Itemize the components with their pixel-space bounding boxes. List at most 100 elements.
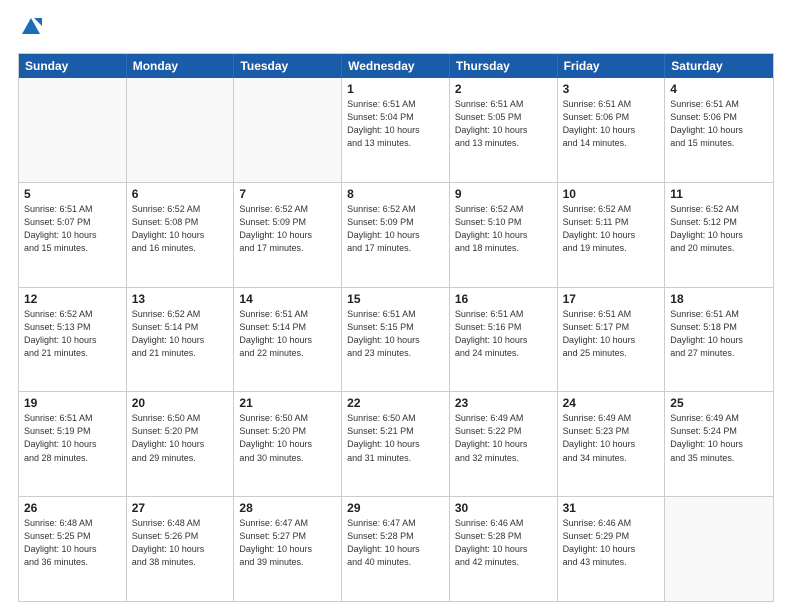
cell-line: and 28 minutes. [24, 452, 121, 465]
cell-line: Sunset: 5:04 PM [347, 111, 444, 124]
cell-line: Sunset: 5:29 PM [563, 530, 660, 543]
day-cell-2: 2Sunrise: 6:51 AMSunset: 5:05 PMDaylight… [450, 78, 558, 182]
day-cell-6: 6Sunrise: 6:52 AMSunset: 5:08 PMDaylight… [127, 183, 235, 287]
day-cell-28: 28Sunrise: 6:47 AMSunset: 5:27 PMDayligh… [234, 497, 342, 601]
day-cell-8: 8Sunrise: 6:52 AMSunset: 5:09 PMDaylight… [342, 183, 450, 287]
cell-line: Sunrise: 6:52 AM [239, 203, 336, 216]
cell-line: Daylight: 10 hours [132, 334, 229, 347]
cell-line: Sunset: 5:28 PM [347, 530, 444, 543]
cell-line: Daylight: 10 hours [347, 334, 444, 347]
header-day-friday: Friday [558, 54, 666, 78]
cell-line: Daylight: 10 hours [132, 229, 229, 242]
day-cell-11: 11Sunrise: 6:52 AMSunset: 5:12 PMDayligh… [665, 183, 773, 287]
day-cell-14: 14Sunrise: 6:51 AMSunset: 5:14 PMDayligh… [234, 288, 342, 392]
day-cell-18: 18Sunrise: 6:51 AMSunset: 5:18 PMDayligh… [665, 288, 773, 392]
day-number: 23 [455, 396, 552, 410]
cell-line: Daylight: 10 hours [239, 229, 336, 242]
day-number: 16 [455, 292, 552, 306]
day-number: 19 [24, 396, 121, 410]
calendar-row-3: 19Sunrise: 6:51 AMSunset: 5:19 PMDayligh… [19, 392, 773, 497]
cell-line: Sunset: 5:14 PM [239, 321, 336, 334]
cell-line: and 17 minutes. [347, 242, 444, 255]
cell-line: Sunset: 5:20 PM [239, 425, 336, 438]
cell-line: Sunset: 5:13 PM [24, 321, 121, 334]
cell-line: Sunset: 5:26 PM [132, 530, 229, 543]
cell-line: Daylight: 10 hours [347, 438, 444, 451]
cell-line: Daylight: 10 hours [24, 438, 121, 451]
header-day-thursday: Thursday [450, 54, 558, 78]
cell-line: Sunrise: 6:51 AM [24, 203, 121, 216]
cell-line: and 21 minutes. [132, 347, 229, 360]
day-cell-10: 10Sunrise: 6:52 AMSunset: 5:11 PMDayligh… [558, 183, 666, 287]
cell-line: and 24 minutes. [455, 347, 552, 360]
day-number: 9 [455, 187, 552, 201]
cell-line: Sunrise: 6:48 AM [24, 517, 121, 530]
day-number: 27 [132, 501, 229, 515]
day-number: 12 [24, 292, 121, 306]
cell-line: Daylight: 10 hours [239, 543, 336, 556]
cell-line: Sunrise: 6:51 AM [455, 98, 552, 111]
cell-line: Daylight: 10 hours [347, 124, 444, 137]
header-day-monday: Monday [127, 54, 235, 78]
day-cell-19: 19Sunrise: 6:51 AMSunset: 5:19 PMDayligh… [19, 392, 127, 496]
cell-line: and 29 minutes. [132, 452, 229, 465]
day-number: 30 [455, 501, 552, 515]
cell-line: and 38 minutes. [132, 556, 229, 569]
cell-line: Daylight: 10 hours [563, 543, 660, 556]
day-number: 10 [563, 187, 660, 201]
header-day-wednesday: Wednesday [342, 54, 450, 78]
day-number: 21 [239, 396, 336, 410]
cell-line: Sunset: 5:20 PM [132, 425, 229, 438]
cell-line: Daylight: 10 hours [563, 124, 660, 137]
cell-line: Sunset: 5:10 PM [455, 216, 552, 229]
cell-line: Sunset: 5:11 PM [563, 216, 660, 229]
day-number: 24 [563, 396, 660, 410]
cell-line: and 15 minutes. [670, 137, 768, 150]
day-number: 1 [347, 82, 444, 96]
cell-line: Sunrise: 6:46 AM [455, 517, 552, 530]
cell-line: Sunrise: 6:51 AM [670, 308, 768, 321]
cell-line: Daylight: 10 hours [132, 543, 229, 556]
day-number: 8 [347, 187, 444, 201]
day-number: 11 [670, 187, 768, 201]
cell-line: and 17 minutes. [239, 242, 336, 255]
empty-cell [19, 78, 127, 182]
empty-cell [127, 78, 235, 182]
cell-line: Daylight: 10 hours [239, 334, 336, 347]
page: SundayMondayTuesdayWednesdayThursdayFrid… [0, 0, 792, 612]
cell-line: and 20 minutes. [670, 242, 768, 255]
cell-line: Sunrise: 6:49 AM [563, 412, 660, 425]
cell-line: and 34 minutes. [563, 452, 660, 465]
cell-line: Sunrise: 6:51 AM [563, 98, 660, 111]
day-cell-12: 12Sunrise: 6:52 AMSunset: 5:13 PMDayligh… [19, 288, 127, 392]
cell-line: Sunset: 5:23 PM [563, 425, 660, 438]
cell-line: and 14 minutes. [563, 137, 660, 150]
cell-line: Sunrise: 6:51 AM [563, 308, 660, 321]
day-cell-25: 25Sunrise: 6:49 AMSunset: 5:24 PMDayligh… [665, 392, 773, 496]
cell-line: Daylight: 10 hours [563, 334, 660, 347]
cell-line: Sunset: 5:06 PM [563, 111, 660, 124]
day-number: 13 [132, 292, 229, 306]
cell-line: Sunset: 5:12 PM [670, 216, 768, 229]
cell-line: Sunset: 5:24 PM [670, 425, 768, 438]
cell-line: Sunset: 5:09 PM [347, 216, 444, 229]
day-cell-22: 22Sunrise: 6:50 AMSunset: 5:21 PMDayligh… [342, 392, 450, 496]
cell-line: Sunrise: 6:48 AM [132, 517, 229, 530]
logo-icon [20, 16, 42, 38]
day-cell-17: 17Sunrise: 6:51 AMSunset: 5:17 PMDayligh… [558, 288, 666, 392]
day-number: 20 [132, 396, 229, 410]
cell-line: Daylight: 10 hours [670, 334, 768, 347]
cell-line: and 27 minutes. [670, 347, 768, 360]
day-cell-31: 31Sunrise: 6:46 AMSunset: 5:29 PMDayligh… [558, 497, 666, 601]
cell-line: Sunrise: 6:51 AM [347, 98, 444, 111]
day-cell-13: 13Sunrise: 6:52 AMSunset: 5:14 PMDayligh… [127, 288, 235, 392]
cell-line: Daylight: 10 hours [670, 124, 768, 137]
cell-line: Sunrise: 6:52 AM [455, 203, 552, 216]
cell-line: and 16 minutes. [132, 242, 229, 255]
cell-line: Daylight: 10 hours [670, 229, 768, 242]
cell-line: Sunrise: 6:52 AM [132, 308, 229, 321]
day-cell-3: 3Sunrise: 6:51 AMSunset: 5:06 PMDaylight… [558, 78, 666, 182]
cell-line: Sunrise: 6:51 AM [239, 308, 336, 321]
cell-line: Daylight: 10 hours [24, 334, 121, 347]
cell-line: Sunset: 5:07 PM [24, 216, 121, 229]
